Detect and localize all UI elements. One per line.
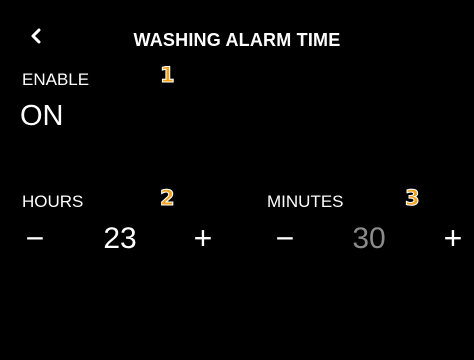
enable-toggle[interactable]: ON bbox=[20, 100, 64, 133]
minutes-value: 30 bbox=[352, 222, 386, 255]
hours-label: HOURS bbox=[22, 192, 84, 211]
enable-label: ENABLE bbox=[22, 70, 90, 89]
minutes-decrement-button[interactable]: − bbox=[270, 222, 300, 254]
minutes-stepper: − 30 + bbox=[0, 220, 474, 260]
minutes-increment-button[interactable]: + bbox=[438, 222, 468, 254]
callout-badge-1: 1 bbox=[160, 63, 176, 88]
minutes-label: MINUTES bbox=[267, 192, 344, 211]
callout-badge-2: 2 bbox=[160, 186, 176, 211]
page-title: WASHING ALARM TIME bbox=[133, 30, 341, 50]
callout-badge-3: 3 bbox=[405, 186, 421, 211]
